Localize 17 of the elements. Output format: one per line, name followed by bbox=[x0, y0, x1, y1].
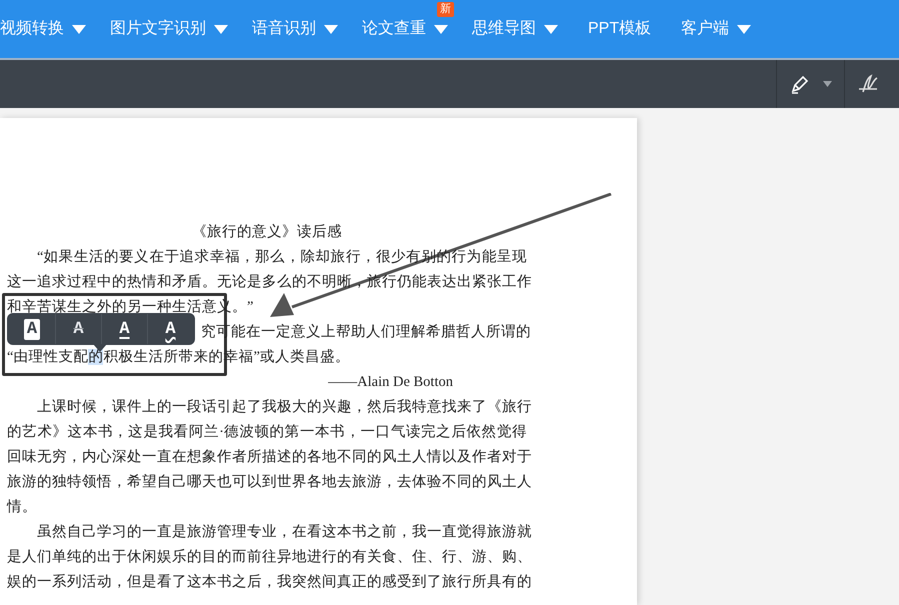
document-title: 《旅行的意义》读后感 bbox=[191, 222, 343, 242]
nav-item[interactable]: 客户端 bbox=[681, 17, 730, 41]
nav-item[interactable]: 论文查重 bbox=[362, 17, 426, 41]
wavy-format-button[interactable]: A bbox=[147, 314, 193, 344]
nav-item[interactable]: 视频转换 bbox=[0, 17, 64, 41]
caret-icon[interactable] bbox=[823, 81, 832, 87]
pen-icon[interactable] bbox=[789, 73, 811, 95]
attribution-text: ——Alain De Botton bbox=[328, 373, 453, 392]
nav-item[interactable]: 图片文字识别 bbox=[110, 17, 206, 41]
nav-item[interactable]: 语音识别 bbox=[252, 17, 316, 41]
nav-item[interactable]: PPT模板 bbox=[588, 17, 652, 41]
text-line: 的艺术》这本书，这是我看阿兰·德波顿的第一本书，一口气读完之后依然觉得 bbox=[7, 422, 527, 442]
highlight-format-button[interactable]: A bbox=[9, 314, 55, 344]
text-line: 情。 bbox=[7, 498, 38, 517]
text-line: 是人们单纯的出于休闲娱乐的目的而前往异地进行的有关食、住、行、游、购、 bbox=[7, 548, 527, 567]
new-badge: 新 bbox=[437, 2, 454, 17]
nav-item[interactable]: 思维导图 bbox=[472, 17, 536, 41]
